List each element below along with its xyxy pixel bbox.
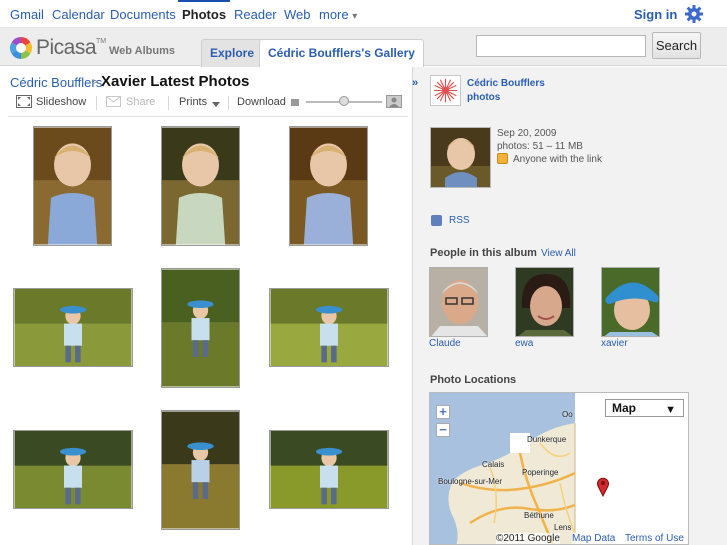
photo-image xyxy=(14,289,132,366)
map-place-label: Lens xyxy=(554,523,572,532)
download-button[interactable]: Download xyxy=(237,96,286,108)
photo-thumbnail[interactable] xyxy=(13,430,133,509)
album-visibility: Anyone with the link xyxy=(513,154,602,165)
sign-in-link[interactable]: Sign in xyxy=(634,7,677,22)
toolbar-divider xyxy=(228,96,229,110)
page-title: Xavier Latest Photos xyxy=(101,73,250,90)
photo-image xyxy=(290,127,367,245)
photo-image xyxy=(270,289,388,366)
search-input[interactable] xyxy=(476,35,646,57)
map-place-label: Calais xyxy=(482,460,505,469)
gbar-more[interactable]: more ▾ xyxy=(319,7,357,22)
person-name-ewa[interactable]: ewa xyxy=(515,338,533,349)
photo-thumbnail[interactable] xyxy=(13,288,133,367)
chevron-down-icon: ▾ xyxy=(352,11,358,22)
map-data-link[interactable]: Map Data xyxy=(572,533,616,544)
photo-thumbnail[interactable] xyxy=(161,268,240,388)
gbar-calendar[interactable]: Calendar xyxy=(52,7,105,22)
photo-thumbnail[interactable] xyxy=(289,126,368,246)
map-place-label: Oo xyxy=(562,410,573,419)
logo-trademark: TM xyxy=(96,38,107,45)
map-zoom-in-button[interactable]: + xyxy=(436,405,450,419)
tab-gallery[interactable]: Cédric Boufflers's Gallery xyxy=(259,39,424,67)
map-place-label: Béthune xyxy=(524,511,554,520)
map-type-select[interactable]: Map ▼ xyxy=(605,399,684,417)
dropdown-arrow-icon: ▼ xyxy=(665,404,676,416)
breadcrumb-separator: > xyxy=(92,77,98,88)
large-thumbnail-icon[interactable] xyxy=(386,95,402,108)
photo-thumbnail[interactable] xyxy=(33,126,112,246)
map-copyright: ©2011 Google xyxy=(496,533,560,544)
owner-photos-link[interactable]: photos xyxy=(467,92,500,103)
lock-icon xyxy=(497,153,508,164)
share-button[interactable]: Share xyxy=(126,96,155,108)
photo-thumbnail[interactable] xyxy=(161,126,240,246)
photo-locations-map[interactable]: + − Map ▼ Dunkerque Calais Poperinge Bou… xyxy=(429,392,689,545)
toolbar-divider xyxy=(168,96,169,110)
slideshow-icon xyxy=(16,95,32,108)
photo-image xyxy=(270,431,388,508)
picasa-logo-icon[interactable] xyxy=(9,36,33,60)
photo-thumbnail[interactable] xyxy=(269,430,389,509)
photo-image xyxy=(162,269,239,387)
person-thumbnail-claude[interactable] xyxy=(429,267,488,337)
prints-button[interactable]: Prints xyxy=(179,96,207,108)
gbar-web[interactable]: Web xyxy=(284,7,311,22)
person-face-image xyxy=(602,268,659,336)
album-stats: photos: 51 – 11 MB xyxy=(497,141,583,152)
person-face-image xyxy=(430,268,487,336)
search-button[interactable]: Search xyxy=(652,32,701,59)
gbar-documents[interactable]: Documents xyxy=(110,7,176,22)
rss-icon[interactable] xyxy=(431,215,442,226)
gbar-more-label: more xyxy=(319,7,349,22)
person-thumbnail-xavier[interactable] xyxy=(601,267,660,337)
logo-subtitle: Web Albums xyxy=(109,45,176,57)
rss-link[interactable]: RSS xyxy=(449,215,470,226)
locations-section-title: Photo Locations xyxy=(430,374,517,386)
location-marker-icon[interactable] xyxy=(596,477,610,497)
gbar-gmail[interactable]: Gmail xyxy=(10,7,44,22)
toolbar-divider xyxy=(96,96,97,110)
view-all-people-link[interactable]: View All xyxy=(541,248,576,259)
album-cover-thumbnail[interactable] xyxy=(430,127,491,188)
photo-image xyxy=(162,127,239,245)
person-face-image xyxy=(516,268,573,336)
photo-thumbnail[interactable] xyxy=(161,410,240,530)
map-type-label: Map xyxy=(612,401,636,415)
slider-handle[interactable] xyxy=(339,96,349,106)
person-name-xavier[interactable]: xavier xyxy=(601,338,628,349)
people-section-title: People in this album xyxy=(430,247,537,259)
picasa-header: Picasa TM Web Albums Explore Cédric Bouf… xyxy=(0,28,727,67)
album-date: Sep 20, 2009 xyxy=(497,128,557,139)
breadcrumb-owner[interactable]: Cédric Boufflers xyxy=(10,75,102,90)
tab-explore[interactable]: Explore xyxy=(201,39,264,67)
person-name-claude[interactable]: Claude xyxy=(429,338,461,349)
gear-icon[interactable] xyxy=(684,4,704,24)
map-place-label: Dunkerque xyxy=(527,435,567,444)
google-bar: Gmail Calendar Documents Photos Reader W… xyxy=(0,0,727,28)
photo-thumbnail[interactable] xyxy=(269,288,389,367)
owner-name-link[interactable]: Cédric Boufflers xyxy=(467,78,545,89)
map-place-label: Boulogne-sur-Mer xyxy=(438,477,503,486)
gbar-photos[interactable]: Photos xyxy=(182,7,226,22)
active-product-indicator xyxy=(178,0,230,2)
photo-image xyxy=(162,411,239,529)
small-thumbnail-icon[interactable] xyxy=(289,95,301,108)
photo-image xyxy=(34,127,111,245)
map-zoom-out-button[interactable]: − xyxy=(436,423,450,437)
prints-caret-icon xyxy=(212,102,220,107)
slideshow-button[interactable]: Slideshow xyxy=(36,96,86,108)
gbar-reader[interactable]: Reader xyxy=(234,7,277,22)
person-thumbnail-ewa[interactable] xyxy=(515,267,574,337)
envelope-icon xyxy=(106,96,121,107)
collapse-panel-button[interactable]: » xyxy=(412,76,424,90)
photo-image xyxy=(14,431,132,508)
album-toolbar: Slideshow Share Prints Download xyxy=(8,93,408,117)
picasa-logo-text: Picasa xyxy=(36,36,97,59)
terms-of-use-link[interactable]: Terms of Use xyxy=(625,533,684,544)
owner-avatar[interactable] xyxy=(430,75,461,106)
album-cover-image xyxy=(431,128,490,187)
map-place-label: Poperinge xyxy=(522,468,559,477)
